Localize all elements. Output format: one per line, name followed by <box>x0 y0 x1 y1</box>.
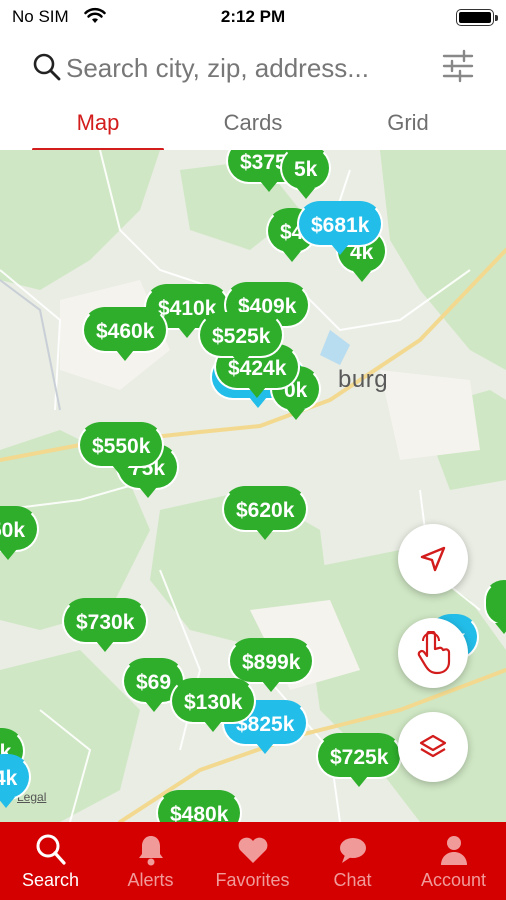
price-pin[interactable]: $460k <box>82 307 169 361</box>
nav-label: Search <box>21 870 80 890</box>
draw-hand-icon <box>417 631 451 675</box>
tab-cards[interactable]: Cards <box>188 110 318 136</box>
heart-icon <box>238 837 267 863</box>
price-pin[interactable]: $525k <box>198 312 285 366</box>
price-pin[interactable]: 5k <box>280 150 332 199</box>
my-location-button[interactable] <box>398 524 468 594</box>
nav-account[interactable]: Account <box>403 822 504 900</box>
search-input[interactable] <box>66 48 426 88</box>
price-pin[interactable]: $480k <box>156 790 243 822</box>
map-view[interactable]: burg Legal $375k 5k $4 4k $681k $410k $4… <box>0 150 506 822</box>
battery-icon <box>456 9 498 26</box>
tab-map[interactable]: Map <box>33 110 163 136</box>
nav-label: Account <box>420 870 487 890</box>
map-layers-button[interactable] <box>398 712 468 782</box>
nav-favorites[interactable]: Favorites <box>202 822 303 900</box>
person-icon <box>440 836 467 865</box>
nav-search[interactable]: Search <box>0 822 101 900</box>
price-pin[interactable]: $130k <box>170 678 257 732</box>
map-city-label: burg <box>338 366 389 393</box>
price-pin[interactable]: $725k <box>316 733 403 787</box>
status-bar: No SIM 2:12 PM <box>0 0 506 34</box>
price-pin[interactable]: $620k <box>222 486 309 540</box>
draw-search-button[interactable] <box>398 618 468 688</box>
bottom-tab-bar: Search Alerts Favorites Chat Account <box>0 822 506 900</box>
chat-icon <box>339 838 366 863</box>
tab-grid[interactable]: Grid <box>343 110 473 136</box>
nav-label: Alerts <box>127 870 174 890</box>
bell-icon <box>138 836 163 866</box>
price-pin[interactable]: $899k <box>228 638 315 692</box>
clock: 2:12 PM <box>220 7 286 26</box>
search-icon <box>33 53 61 81</box>
price-pin[interactable]: $730k <box>62 598 149 652</box>
nav-label: Favorites <box>215 870 290 890</box>
search-icon <box>36 834 66 865</box>
location-arrow-icon <box>420 546 446 572</box>
layers-icon <box>419 734 447 758</box>
filter-sliders-icon[interactable] <box>440 48 476 84</box>
nav-alerts[interactable]: Alerts <box>100 822 201 900</box>
nav-chat[interactable]: Chat <box>302 822 403 900</box>
view-tabs: Map Cards Grid <box>0 104 506 151</box>
price-pin[interactable]: $550k <box>78 422 165 476</box>
nav-label: Chat <box>333 870 372 890</box>
search-bar <box>0 40 506 96</box>
price-pin[interactable]: $681k <box>297 201 384 255</box>
